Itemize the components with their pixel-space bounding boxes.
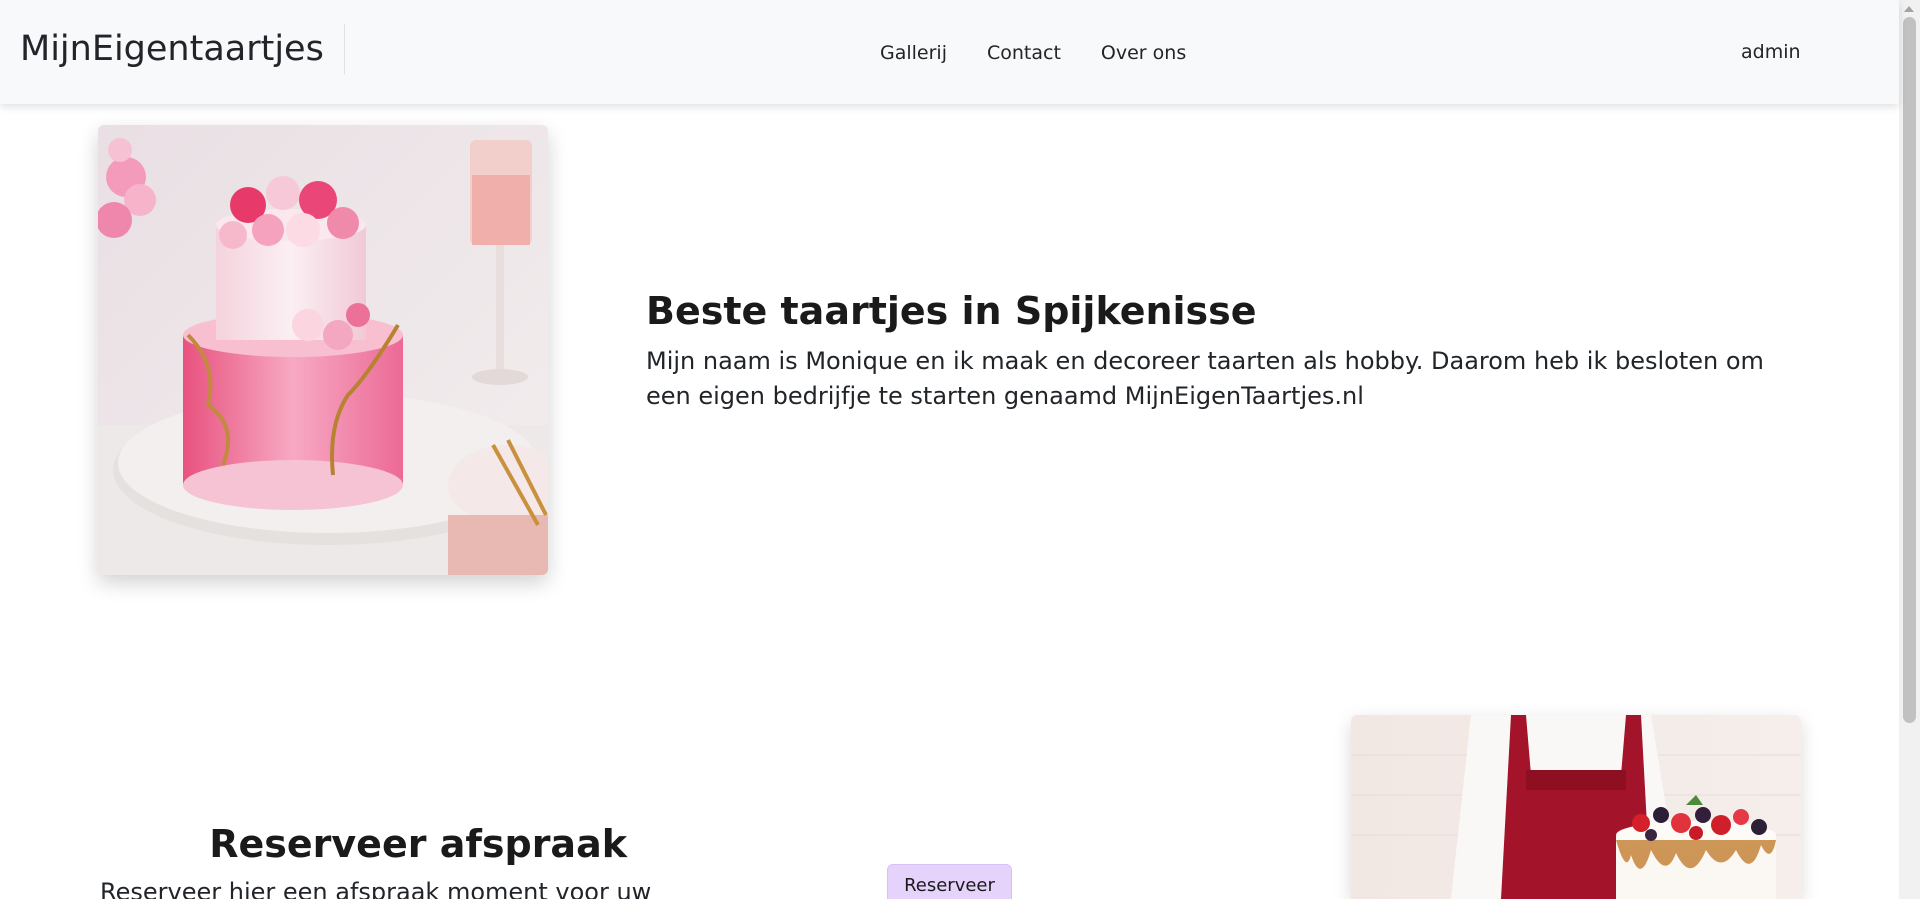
nav-links: Gallerij Contact Over ons: [860, 37, 1206, 69]
page-scrollbar[interactable]: [1899, 0, 1920, 899]
nav-link-gallerij[interactable]: Gallerij: [860, 37, 967, 69]
brand-link[interactable]: MijnEigentaartjes: [20, 24, 345, 74]
nav-user-link[interactable]: admin: [1741, 41, 1801, 63]
reserve-button[interactable]: Reserveer: [887, 864, 1012, 899]
scroll-thumb[interactable]: [1903, 17, 1916, 723]
reserve-description: Reserveer hier een afspraak moment voor …: [100, 878, 652, 899]
pink-rose-cake-image: [98, 125, 548, 575]
hero-description: Mijn naam is Monique en ik maak en decor…: [646, 347, 1764, 410]
nav-link-over-ons[interactable]: Over ons: [1081, 37, 1206, 69]
nav-link-contact[interactable]: Contact: [967, 37, 1081, 69]
scroll-up-icon[interactable]: [1904, 6, 1914, 12]
top-navbar: MijnEigentaartjes Gallerij Contact Over …: [0, 0, 1899, 104]
reserve-heading: Reserveer afspraak: [209, 822, 627, 866]
hero-heading: Beste taartjes in Spijkenisse: [646, 289, 1257, 333]
baker-with-berry-cake-image: [1351, 715, 1801, 899]
